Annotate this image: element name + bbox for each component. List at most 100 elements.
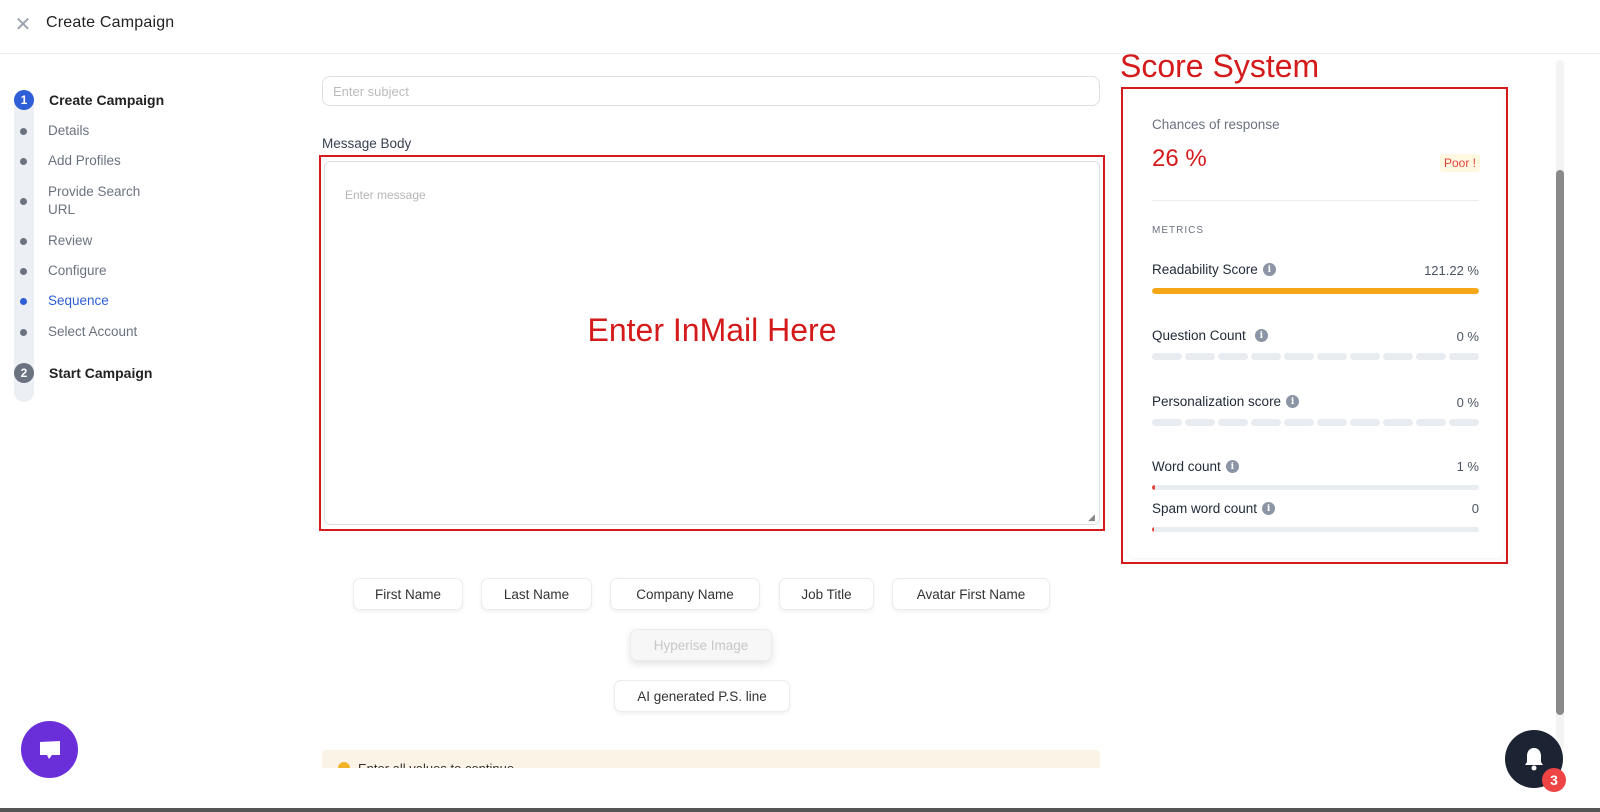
variable-hyperise-image-button[interactable]: Hyperise Image — [630, 629, 772, 661]
bar-segment — [1449, 419, 1479, 426]
bar-segment — [1383, 419, 1413, 426]
metric-personalization-name: Personalization score i — [1152, 394, 1300, 409]
step-start-campaign[interactable]: 2 Start Campaign — [14, 363, 152, 383]
substep-label: Sequence — [48, 293, 109, 308]
step-create-campaign[interactable]: 1 Create Campaign — [14, 90, 164, 110]
metric-bar-fill — [1152, 485, 1156, 490]
metric-word-count-name: Word count i — [1152, 459, 1239, 474]
chat-bubble-icon — [39, 740, 60, 759]
warning-icon — [338, 762, 350, 768]
substep-label: Configure — [48, 263, 107, 278]
bar-segment — [1185, 419, 1215, 426]
variable-company-name-button[interactable]: Company Name — [610, 578, 760, 610]
bar-segment — [1449, 353, 1479, 360]
variable-first-name-button[interactable]: First Name — [353, 578, 463, 610]
info-icon[interactable]: i — [1262, 263, 1276, 276]
bar-segment — [1317, 353, 1347, 360]
score-system-annotation: Score System — [1120, 48, 1320, 84]
metric-bar-fill — [1152, 288, 1479, 294]
bell-icon — [1525, 748, 1543, 771]
bar-segment — [1350, 353, 1380, 360]
metric-readability-name: Readability Score i — [1152, 262, 1276, 277]
bar-segment — [1185, 353, 1215, 360]
metric-personalization-value: 0 % — [1456, 395, 1479, 410]
notification-count-badge: 3 — [1542, 768, 1566, 792]
bar-segment — [1416, 353, 1446, 360]
message-placeholder: Enter message — [345, 188, 426, 202]
substep-label: Details — [48, 123, 90, 138]
divider — [1152, 200, 1479, 201]
step-dot — [20, 158, 27, 165]
step-dot — [20, 238, 27, 245]
metric-bar-fill — [1152, 527, 1154, 532]
step-label: Start Campaign — [49, 365, 153, 381]
variable-ai-ps-line-button[interactable]: AI generated P.S. line — [614, 680, 790, 712]
info-icon[interactable]: i — [1225, 460, 1239, 473]
metric-label: Word count — [1152, 459, 1221, 474]
step-dot — [20, 329, 27, 336]
warning-text: Enter all values to continue — [358, 761, 514, 768]
info-icon[interactable]: i — [1262, 502, 1276, 515]
metric-readability-value: 121.22 % — [1424, 263, 1479, 278]
metric-label: Personalization score — [1152, 394, 1282, 409]
chances-value: 26 % — [1152, 145, 1207, 172]
bar-segment — [1383, 353, 1413, 360]
bar-segment — [1218, 419, 1248, 426]
metric-personalization-bar — [1152, 419, 1479, 426]
metrics-heading: METRICS — [1152, 225, 1204, 236]
bar-segment — [1284, 419, 1314, 426]
step-dot — [20, 198, 27, 205]
info-icon[interactable]: i — [1254, 329, 1268, 342]
info-icon[interactable]: i — [1286, 395, 1300, 408]
metric-word-count-bar — [1152, 485, 1479, 490]
bar-segment — [1284, 353, 1314, 360]
metric-question-count-value: 0 % — [1456, 329, 1479, 344]
metric-label: Question Count — [1152, 328, 1246, 343]
substep-label: Provide Search URL — [48, 184, 141, 217]
substep-label: Review — [48, 233, 93, 248]
bar-segment — [1350, 419, 1380, 426]
bar-segment — [1317, 419, 1347, 426]
top-bar: ✕ Create Campaign — [0, 0, 1600, 54]
bar-segment — [1218, 353, 1248, 360]
close-icon[interactable]: ✕ — [14, 15, 32, 35]
resize-handle-icon[interactable]: ◢ — [1088, 513, 1096, 522]
scrollbar[interactable] — [1556, 60, 1564, 750]
bar-segment — [1251, 353, 1281, 360]
metric-spam-word-count-bar — [1152, 527, 1479, 532]
bar-segment — [1251, 419, 1281, 426]
metric-label: Readability Score — [1152, 262, 1258, 277]
substep-label: Add Profiles — [48, 153, 121, 168]
variable-last-name-button[interactable]: Last Name — [481, 578, 592, 610]
metric-question-count-bar — [1152, 353, 1479, 360]
step-number: 1 — [14, 90, 34, 110]
bar-segment — [1152, 419, 1182, 426]
metric-spam-word-count-name: Spam word count i — [1152, 501, 1276, 516]
step-number: 2 — [14, 363, 34, 383]
variable-avatar-first-name-button[interactable]: Avatar First Name — [892, 578, 1050, 610]
step-label: Create Campaign — [49, 92, 165, 108]
scrollbar-thumb[interactable] — [1556, 170, 1564, 715]
step-dot-active — [20, 298, 27, 305]
subject-input[interactable]: Enter subject — [322, 76, 1100, 106]
substep-label: Select Account — [48, 324, 138, 339]
bar-segment — [1152, 353, 1182, 360]
metric-word-count-value: 1 % — [1456, 459, 1479, 474]
chances-label: Chances of response — [1152, 117, 1280, 132]
warning-banner: Enter all values to continue — [322, 750, 1100, 768]
rating-badge: Poor ! — [1440, 154, 1481, 172]
page-title: Create Campaign — [46, 14, 175, 31]
chat-launcher-button[interactable] — [21, 721, 78, 778]
metric-label: Spam word count — [1152, 501, 1258, 516]
metric-readability-bar — [1152, 288, 1479, 294]
metric-spam-word-count-value: 0 — [1471, 501, 1479, 516]
message-annotation-text: Enter InMail Here — [587, 312, 837, 348]
message-body-label: Message Body — [322, 136, 412, 151]
bar-segment — [1416, 419, 1446, 426]
stepper-track — [14, 90, 34, 402]
step-dot — [20, 128, 27, 135]
metric-question-count-name: Question Count i — [1152, 328, 1268, 343]
step-dot — [20, 268, 27, 275]
message-body-textarea[interactable]: Enter message Enter InMail Here ◢ — [324, 161, 1100, 525]
variable-job-title-button[interactable]: Job Title — [779, 578, 874, 610]
